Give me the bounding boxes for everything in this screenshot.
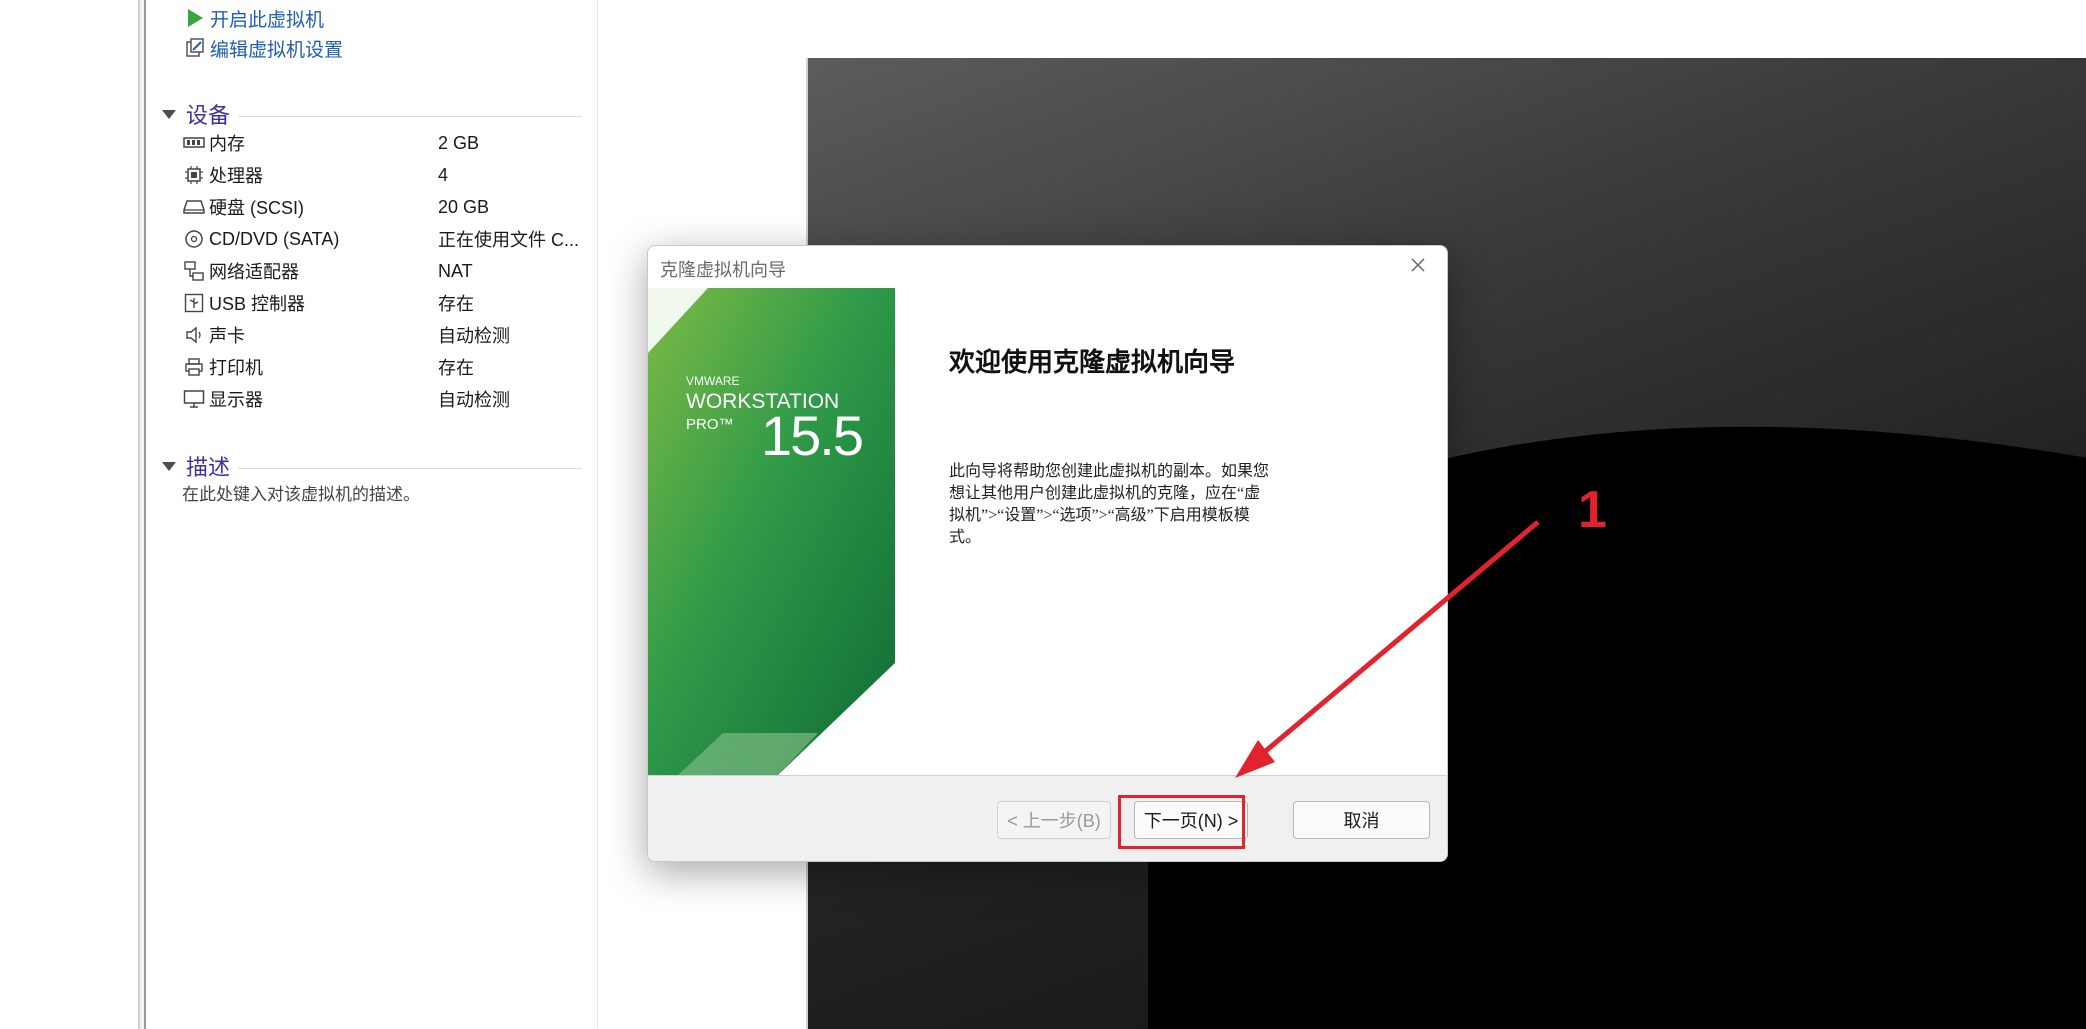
annotation-arrow	[1235, 520, 1540, 778]
